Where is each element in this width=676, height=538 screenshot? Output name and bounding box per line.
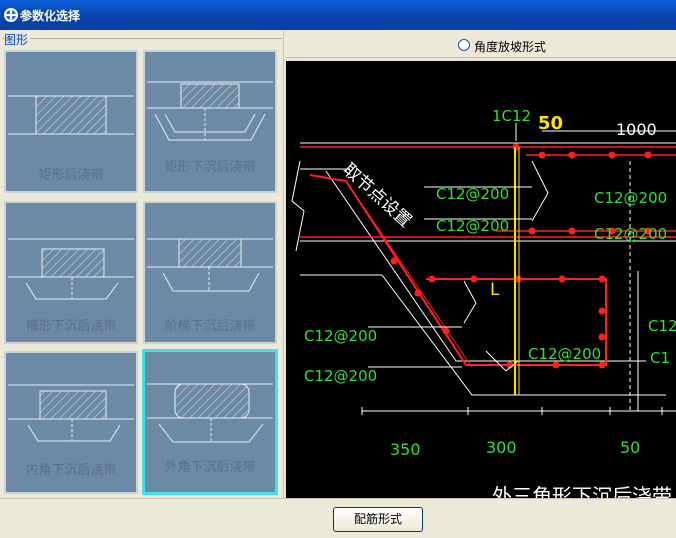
shape-card-outer-corner-sunken[interactable]: 外角下沉后浇带 — [142, 349, 278, 495]
shape-card-groove-sunken[interactable]: 槽形下沉后浇带 — [4, 201, 138, 344]
label-dim-50-bottom: 50 — [620, 438, 640, 457]
shape-card-stepped-sunken[interactable]: 阶梯下沉后浇带 — [143, 201, 277, 344]
rebar-form-button[interactable]: 配筋形式 — [333, 507, 423, 532]
app-icon — [4, 8, 18, 22]
option-bar: 角度放坡形式 — [286, 30, 676, 58]
cad-preview: 1C12 50 1000 取节点设置 C12@200 C12@200 C12@2… — [286, 61, 676, 498]
label-c12-partial: C12 — [648, 317, 676, 335]
shape-card-rect-sunken[interactable]: 矩形下沉后浇带 — [143, 50, 277, 193]
label-c12-5: C12@200 — [304, 327, 377, 345]
label-1c12: 1C12 — [492, 107, 531, 125]
card-label: 外角下沉后浇带 — [164, 460, 256, 475]
group-label: 图形 — [4, 31, 31, 48]
card-label: 内角下沉后浇带 — [25, 463, 117, 478]
label-c12-2: C12@200 — [436, 217, 509, 235]
label-node-setting: 取节点设置 — [339, 160, 416, 232]
shape-card-rect[interactable]: 矩形后浇带 — [4, 50, 138, 193]
card-label: 阶梯下沉后浇带 — [164, 319, 256, 334]
label-L: L — [490, 280, 500, 300]
angle-slope-radio[interactable] — [458, 39, 470, 51]
title-bar: 参数化选择 — [0, 0, 676, 30]
label-dim-1000: 1000 — [616, 120, 657, 139]
label-dim-300: 300 — [486, 438, 517, 457]
label-dim-50-top: 50 — [538, 113, 563, 134]
card-label: 矩形后浇带 — [38, 168, 104, 183]
label-dim-350: 350 — [390, 440, 421, 459]
angle-slope-label[interactable]: 角度放坡形式 — [474, 38, 546, 55]
label-c1-partial: C1 — [650, 349, 670, 367]
drawing-caption: 外三角形下沉后浇带 — [492, 484, 672, 498]
label-c12-3: C12@200 — [594, 189, 667, 207]
label-c12-7: C12@200 — [304, 367, 377, 385]
label-c12-1: C12@200 — [436, 185, 509, 203]
group-divider — [2, 38, 282, 39]
card-label: 矩形下沉后浇带 — [164, 160, 256, 175]
window-title: 参数化选择 — [20, 9, 81, 23]
preview-panel: 角度放坡形式 1C12 50 1000 取节点设置 C12@200 C12@20… — [286, 30, 676, 498]
label-c12-4: C12@200 — [594, 225, 667, 243]
rebar-detail-drawing: 1C12 50 1000 取节点设置 C12@200 C12@200 C12@2… — [291, 107, 676, 498]
label-c12-6: C12@200 — [528, 345, 601, 363]
shape-card-inner-corner-sunken[interactable]: 内角下沉后浇带 — [4, 351, 138, 494]
card-label: 槽形下沉后浇带 — [25, 319, 117, 334]
